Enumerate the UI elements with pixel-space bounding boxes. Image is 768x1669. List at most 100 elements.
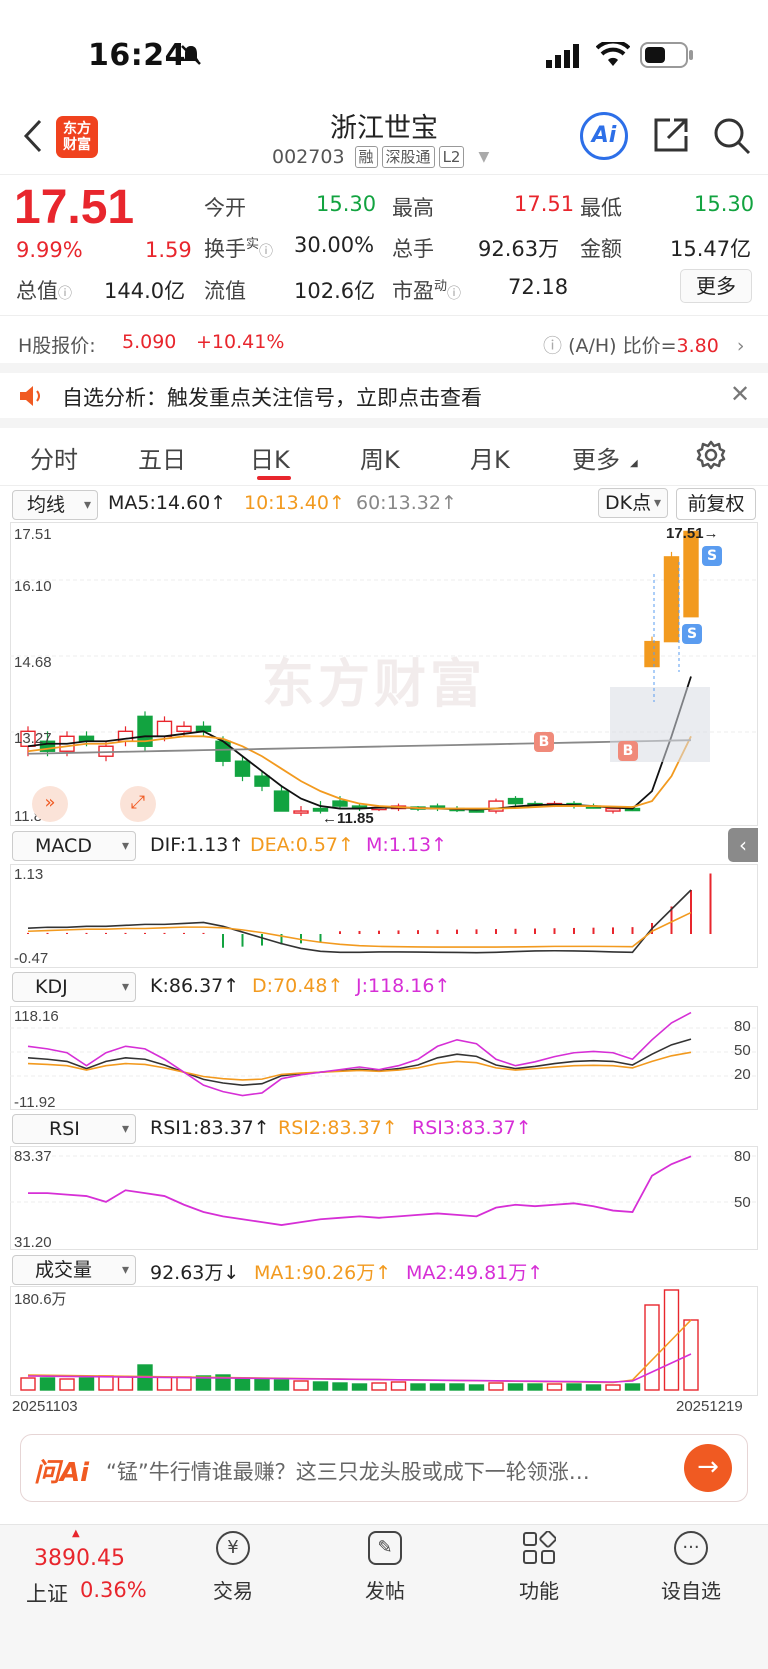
volume-ma1: MA1:90.26万↑	[254, 1262, 392, 1284]
volume-chart[interactable]	[10, 1286, 758, 1396]
stock-code: 002703	[272, 146, 345, 168]
tab-monthly-k[interactable]: 月K	[470, 440, 510, 475]
low-value: 15.30	[694, 192, 755, 216]
mktcap-label: 总值ⓘ	[16, 279, 72, 303]
tab-five-day[interactable]: 五日	[138, 440, 186, 475]
volume-ma2: MA2:49.81万↑	[406, 1262, 544, 1284]
signal-b-2[interactable]: B	[618, 741, 638, 761]
volume-bar	[429, 1383, 446, 1391]
candle-body	[254, 775, 270, 787]
volume-bar	[449, 1383, 465, 1391]
status-time: 16:24	[88, 38, 186, 73]
candle-body	[332, 800, 348, 807]
signal-s-1[interactable]: S	[682, 624, 702, 644]
nav-post[interactable]: ✎ 发帖	[330, 1531, 440, 1604]
speaker-icon	[18, 384, 44, 412]
stock-code-row[interactable]: 002703 融 深股通 L2 ▼	[272, 146, 489, 168]
ma10-value: 10:13.40↑	[244, 492, 345, 514]
macd-chart[interactable]	[10, 864, 758, 968]
tab-weekly-k[interactable]: 周K	[360, 440, 400, 475]
kdj-selector[interactable]: KDJ	[12, 972, 136, 1002]
tab-intraday[interactable]: 分时	[30, 440, 78, 475]
kdj-k: K:86.37↑	[150, 975, 240, 997]
kline-y-label-1: 17.51	[14, 526, 52, 543]
volume-bar	[410, 1383, 426, 1391]
rsi-chart[interactable]	[10, 1146, 758, 1250]
volume-label: 总手	[392, 237, 434, 261]
index-change[interactable]: 0.36%	[80, 1578, 147, 1602]
ai-submit-button[interactable]: →	[684, 1444, 732, 1492]
settings-button[interactable]	[696, 440, 726, 474]
float-value: 102.6亿	[294, 279, 376, 303]
pe-value: 72.18	[508, 275, 569, 299]
fullscreen-button[interactable]: ⤢	[120, 786, 156, 822]
rsi-level-50: 50	[734, 1194, 751, 1211]
signal-b-1[interactable]: B	[534, 732, 554, 752]
volume-bar	[624, 1383, 641, 1391]
kdj-j: J:118.16↑	[356, 975, 451, 997]
h-share-label: H股报价:	[18, 335, 96, 357]
info-icon: ⓘ	[259, 244, 274, 260]
volume-y-top: 180.6万	[14, 1291, 67, 1308]
kdj-y-top: 118.16	[14, 1008, 59, 1025]
ma-selector[interactable]: 均线	[12, 490, 98, 520]
volume-bar	[234, 1377, 251, 1391]
j-line	[27, 1011, 692, 1097]
active-tab-indicator	[257, 476, 291, 480]
info-icon: ⓘ	[58, 286, 72, 302]
kline-y-label-2: 16.10	[14, 578, 52, 595]
share-button[interactable]	[652, 116, 690, 158]
watermark: 东方财富	[262, 655, 487, 715]
nav-add-watchlist[interactable]: ··· 设自选	[636, 1531, 746, 1604]
last-price: 17.51	[14, 181, 135, 234]
ah-ratio[interactable]: ⓘ (A/H) 比价=3.80 ›	[543, 331, 745, 358]
expand-left-button[interactable]: »	[32, 786, 68, 822]
ai-button[interactable]: Ai	[580, 112, 628, 160]
macd-selector[interactable]: MACD	[12, 831, 136, 861]
dk-button[interactable]: DK点	[598, 488, 668, 518]
volume-value: 92.63万	[478, 237, 560, 261]
ai-prompt-text[interactable]: “锰”牛行情谁最赚？这三只龙头股或成下一轮领涨…	[106, 1456, 666, 1486]
kdj-level-50: 50	[734, 1042, 751, 1059]
mute-icon	[180, 44, 202, 66]
grid-icon	[522, 1530, 557, 1565]
tab-more[interactable]: 更多	[572, 440, 620, 475]
index-name[interactable]: 上证	[26, 1578, 68, 1608]
candle-body	[663, 556, 680, 643]
turnover-value: 30.00%	[294, 233, 375, 257]
chevron-right-icon: ›	[736, 335, 745, 357]
yen-cycle-icon: ¥	[216, 1531, 250, 1565]
volume-bar	[98, 1375, 114, 1391]
kdj-chart[interactable]	[10, 1006, 758, 1110]
ai-brand-logo: 问Ai	[34, 1458, 90, 1488]
volume-bar	[566, 1383, 582, 1391]
kline-y-label-4: 13.27	[14, 730, 52, 747]
macd-y-top: 1.13	[14, 866, 44, 883]
low-label: 最低	[580, 196, 622, 220]
info-icon: ⓘ	[447, 286, 462, 302]
nav-trade[interactable]: ¥ 交易	[178, 1531, 288, 1604]
more-button[interactable]: 更多	[680, 269, 752, 303]
volume-bar	[332, 1382, 348, 1391]
signal-icon	[546, 44, 582, 72]
chart-frame	[10, 1146, 758, 1250]
ma5-value: MA5:14.60↑	[108, 492, 227, 514]
rsi-selector[interactable]: RSI	[12, 1114, 136, 1144]
volume-selector[interactable]: 成交量	[12, 1255, 136, 1285]
adjust-button[interactable]: 前复权	[676, 488, 756, 520]
arrow-right-icon: →	[697, 1452, 719, 1482]
candle-body	[293, 810, 309, 814]
nav-functions[interactable]: 功能	[484, 1530, 594, 1604]
collapse-panel-button[interactable]: ‹	[728, 828, 758, 862]
tab-daily-k[interactable]: 日K	[250, 440, 290, 475]
caret-down-icon: ▼	[478, 149, 490, 165]
kdj-level-20: 20	[734, 1066, 751, 1083]
volume-bar	[390, 1381, 407, 1391]
caret-up-icon: ▲	[72, 1528, 80, 1539]
alert-close-button[interactable]: ✕	[730, 380, 750, 408]
h-share-change: +10.41%	[196, 331, 285, 353]
index-value[interactable]: 3890.45	[34, 1546, 125, 1571]
alert-text[interactable]: 自选分析：触发重点关注信号，立即点击查看	[62, 382, 482, 412]
search-button[interactable]	[712, 116, 752, 160]
signal-s-2[interactable]: S	[702, 546, 722, 566]
